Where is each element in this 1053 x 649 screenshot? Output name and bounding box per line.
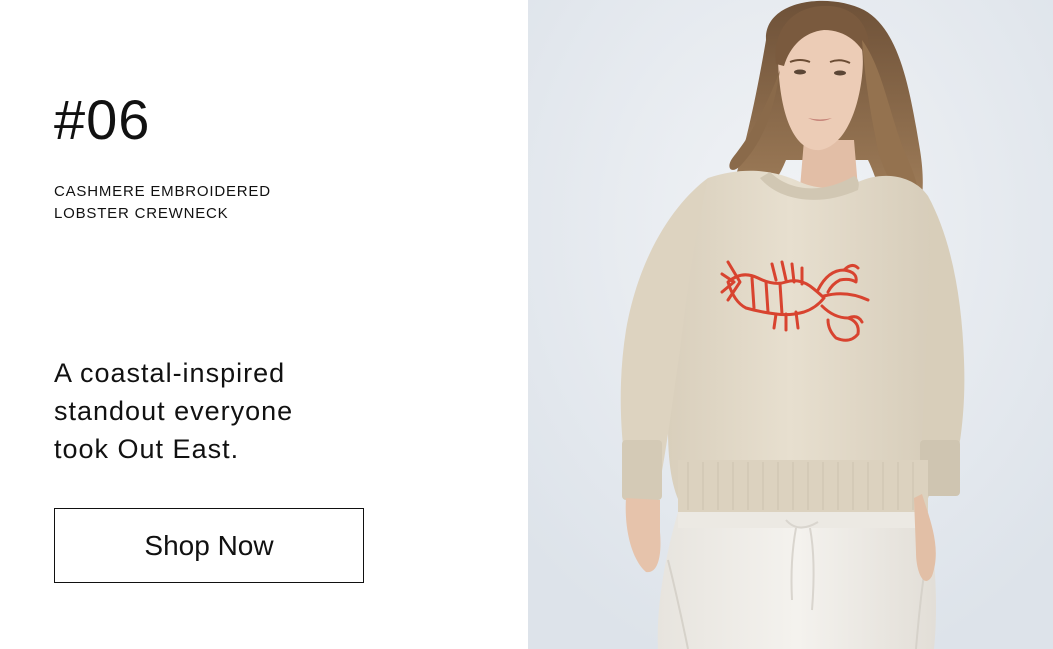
model-illustration <box>528 0 1053 649</box>
tagline-line-1: A coastal-inspired <box>54 358 286 388</box>
pants-waistband <box>678 512 928 528</box>
feature-tagline: A coastal-inspired standout everyone too… <box>54 354 414 468</box>
product-photo[interactable] <box>528 0 1053 649</box>
feature-text-panel: #06 CASHMERE EMBROIDERED LOBSTER CREWNEC… <box>0 0 528 649</box>
feature-number: #06 <box>54 88 151 151</box>
shop-now-button[interactable]: Shop Now <box>54 508 364 583</box>
sweater <box>668 170 940 510</box>
pants <box>657 512 936 649</box>
product-name: CASHMERE EMBROIDERED LOBSTER CREWNECK <box>54 181 374 225</box>
right-eye <box>834 70 846 76</box>
tagline-line-2: standout everyone <box>54 396 294 426</box>
left-cuff <box>622 440 662 500</box>
tagline-line-3: took Out East. <box>54 434 240 464</box>
product-name-line-2: LOBSTER CREWNECK <box>54 205 229 222</box>
product-feature-banner: #06 CASHMERE EMBROIDERED LOBSTER CREWNEC… <box>0 0 1053 649</box>
product-name-line-1: CASHMERE EMBROIDERED <box>54 183 271 200</box>
left-eye <box>794 69 806 75</box>
sweater-hem <box>678 460 928 512</box>
